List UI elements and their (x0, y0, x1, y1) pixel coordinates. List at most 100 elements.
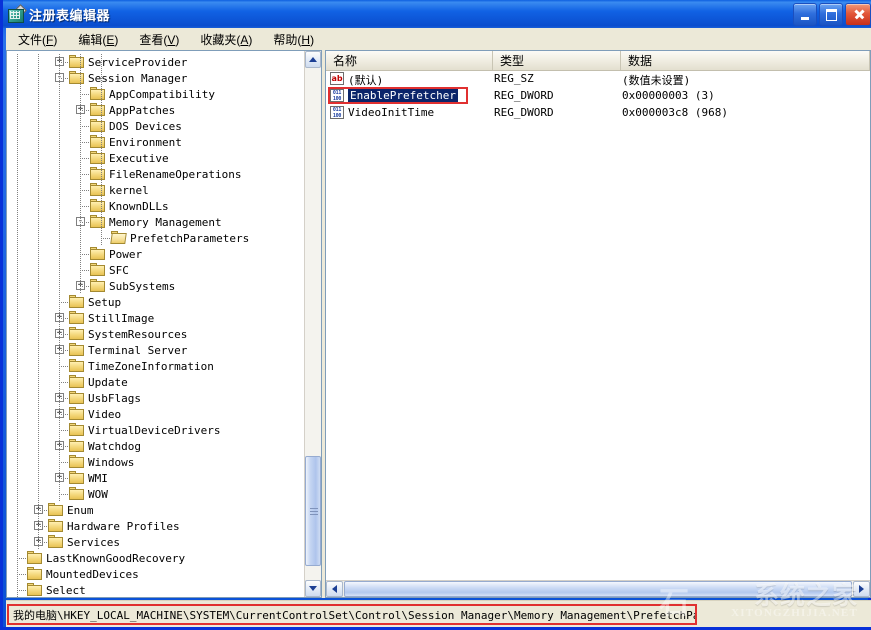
tree-node[interactable]: +Video (7, 406, 305, 422)
tree-guide-line (80, 270, 90, 271)
tree-node[interactable]: +UsbFlags (7, 390, 305, 406)
value-row[interactable]: ab(默认)REG_SZ(数值未设置) (326, 70, 870, 87)
tree-node[interactable]: WOW (7, 486, 305, 502)
values-column-header[interactable]: 名称类型数据 (326, 51, 870, 71)
tree-node[interactable]: AppCompatibility (7, 86, 305, 102)
scroll-left-button[interactable] (326, 581, 343, 597)
tree-guide-line (59, 62, 69, 63)
column-header-1[interactable]: 名称 (326, 51, 493, 70)
value-type: REG_DWORD (494, 106, 554, 119)
folder-icon (111, 231, 127, 244)
tree-node[interactable]: -Memory Management (7, 214, 305, 230)
tree-node[interactable]: +ServiceProvider (7, 54, 305, 70)
tree-node-label: Update (88, 376, 128, 389)
string-value-icon: ab (330, 72, 344, 85)
tree-node[interactable]: SFC (7, 262, 305, 278)
tree-guide-line (38, 542, 48, 543)
value-name: (默认) (348, 72, 383, 88)
tree-guide-line (59, 350, 69, 351)
tree-node[interactable]: kernel (7, 182, 305, 198)
value-row[interactable]: 011100EnablePrefetcherREG_DWORD0x0000000… (326, 87, 870, 104)
tree-node[interactable]: Select (7, 582, 305, 597)
registry-values-pane[interactable]: 名称类型数据 ab(默认)REG_SZ(数值未设置)011100EnablePr… (325, 50, 871, 598)
tree-node-label: Services (67, 536, 120, 549)
tree-node-label: Session Manager (88, 72, 187, 85)
tree-node[interactable]: -Session Manager (7, 70, 305, 86)
tree-guide-line (59, 462, 69, 463)
dword-value-icon: 011100 (330, 106, 344, 119)
tree-node[interactable]: MountedDevices (7, 566, 305, 582)
tree-node[interactable]: +StillImage (7, 310, 305, 326)
scroll-up-button[interactable] (305, 51, 321, 68)
tree-guide-line (38, 510, 48, 511)
folder-icon (48, 535, 64, 548)
tree-node[interactable]: FileRenameOperations (7, 166, 305, 182)
tree-node-label: KnownDLLs (109, 200, 169, 213)
menu-item-2[interactable]: 编辑(E) (69, 29, 127, 50)
folder-icon (69, 423, 85, 436)
tree-node[interactable]: VirtualDeviceDrivers (7, 422, 305, 438)
folder-icon (90, 247, 106, 260)
tree-node[interactable]: +SystemResources (7, 326, 305, 342)
column-header-2[interactable]: 类型 (493, 51, 621, 70)
tree-node[interactable]: +Services (7, 534, 305, 550)
tree-node[interactable]: +Watchdog (7, 438, 305, 454)
tree-node[interactable]: DOS Devices (7, 118, 305, 134)
tree-node[interactable]: Update (7, 374, 305, 390)
tree-guide-line (59, 366, 69, 367)
title-bar[interactable]: 注册表编辑器 (3, 0, 871, 28)
tree-node[interactable]: +Hardware Profiles (7, 518, 305, 534)
values-scroll-thumb[interactable] (344, 581, 852, 597)
tree-scroll-thumb[interactable] (305, 456, 321, 566)
tree-node[interactable]: KnownDLLs (7, 198, 305, 214)
menu-item-3[interactable]: 查看(V) (130, 29, 188, 50)
close-button[interactable] (845, 3, 871, 26)
tree-guide-line (80, 142, 90, 143)
values-list[interactable]: ab(默认)REG_SZ(数值未设置)011100EnablePrefetche… (326, 70, 870, 121)
tree-node-label: Windows (88, 456, 134, 469)
value-type: REG_DWORD (494, 89, 554, 102)
menu-item-5[interactable]: 帮助(H) (264, 29, 323, 50)
tree-node[interactable]: LastKnownGoodRecovery (7, 550, 305, 566)
tree-node[interactable]: Executive (7, 150, 305, 166)
tree-node[interactable]: Setup (7, 294, 305, 310)
value-type: REG_SZ (494, 72, 534, 85)
folder-icon (27, 567, 43, 580)
menu-item-1[interactable]: 文件(F) (9, 29, 66, 50)
tree-node[interactable]: Windows (7, 454, 305, 470)
tree-guide-line (59, 302, 69, 303)
folder-icon (90, 167, 106, 180)
value-data: 0x000003c8 (968) (622, 106, 728, 119)
tree-vertical-scrollbar[interactable] (304, 51, 321, 597)
column-header-3[interactable]: 数据 (621, 51, 870, 70)
registry-editor-icon (7, 6, 24, 23)
tree-node[interactable]: +WMI (7, 470, 305, 486)
tree-node[interactable]: PrefetchParameters (7, 230, 305, 246)
tree-guide-line (59, 334, 69, 335)
tree-node[interactable]: Environment (7, 134, 305, 150)
value-name: EnablePrefetcher (348, 89, 458, 102)
tree-node[interactable]: +Enum (7, 502, 305, 518)
menu-item-4[interactable]: 收藏夹(A) (191, 29, 261, 50)
tree-node[interactable]: +Terminal Server (7, 342, 305, 358)
tree-node[interactable]: +SubSystems (7, 278, 305, 294)
scroll-down-button[interactable] (305, 580, 321, 597)
tree-node-label: DOS Devices (109, 120, 182, 133)
maximize-button[interactable] (819, 3, 843, 26)
status-bar: 我的电脑\HKEY_LOCAL_MACHINE\SYSTEM\CurrentCo… (6, 600, 871, 627)
registry-tree[interactable]: +ServiceProvider-Session ManagerAppCompa… (7, 51, 305, 597)
folder-icon (69, 343, 85, 356)
folder-icon (90, 103, 106, 116)
folder-icon (69, 295, 85, 308)
scroll-right-button[interactable] (853, 581, 870, 597)
tree-guide-line (80, 126, 90, 127)
registry-tree-pane[interactable]: +ServiceProvider-Session ManagerAppCompa… (6, 50, 322, 598)
tree-node[interactable]: Power (7, 246, 305, 262)
tree-node-label: SFC (109, 264, 129, 277)
tree-node[interactable]: TimeZoneInformation (7, 358, 305, 374)
folder-icon (90, 151, 106, 164)
value-row[interactable]: 011100VideoInitTimeREG_DWORD0x000003c8 (… (326, 104, 870, 121)
minimize-button[interactable] (793, 3, 817, 26)
values-horizontal-scrollbar[interactable] (326, 580, 870, 597)
tree-node[interactable]: +AppPatches (7, 102, 305, 118)
